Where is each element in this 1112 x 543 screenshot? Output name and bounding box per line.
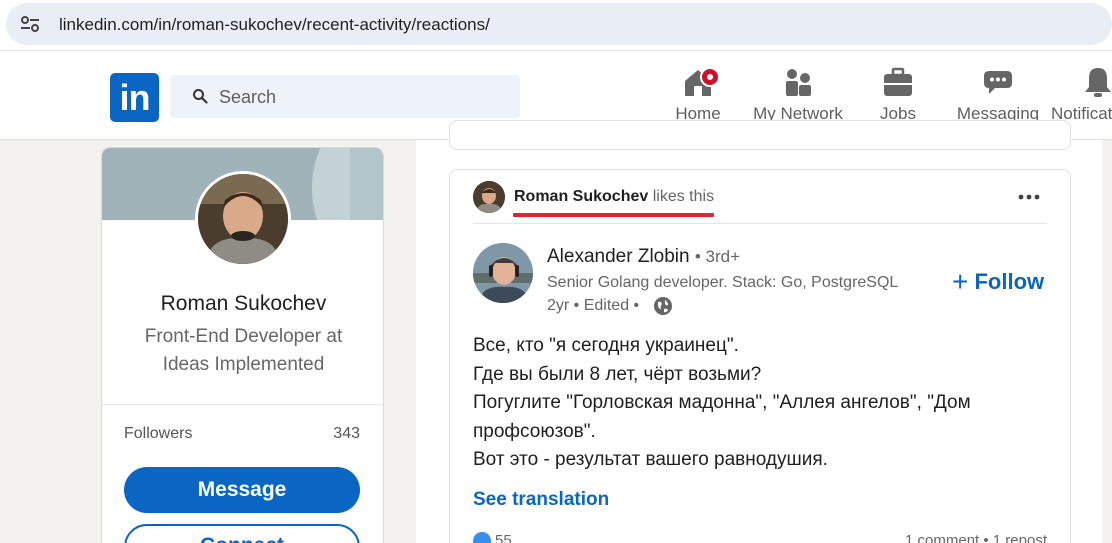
divider — [102, 404, 383, 405]
connect-button[interactable]: Connect — [124, 524, 360, 543]
activity-header: Roman Sukochev likes this — [450, 170, 1070, 225]
activity-feed: Roman Sukochev likes this Alexander Zlob… — [416, 120, 1102, 543]
like-reaction-icon[interactable] — [473, 532, 491, 543]
post-timestamp: 2yr • Edited • — [547, 297, 640, 314]
divider — [473, 223, 1047, 224]
post-line: Погуглите "Горловская мадонна", "Аллея а… — [473, 392, 971, 442]
search-icon — [193, 89, 208, 104]
social-counts-row: 55 1 comment • 1 repost — [473, 529, 1047, 543]
author-avatar[interactable] — [473, 243, 533, 303]
actor-photo — [473, 181, 505, 213]
linkedin-logo[interactable]: in — [110, 73, 159, 122]
post-line: Вот это - результат вашего равнодушия. — [473, 449, 828, 470]
url-text: linkedin.com/in/roman-sukochev/recent-ac… — [59, 15, 490, 34]
post-line: Где вы были 8 лет, чёрт возьми? — [473, 363, 762, 385]
profile-name[interactable]: Roman Sukochev — [102, 292, 383, 316]
post-body: Все, кто "я сегодня украинец". Где вы бы… — [473, 332, 1043, 475]
plus-icon: + — [952, 266, 969, 297]
globe-icon — [654, 297, 672, 315]
post-line: Все, кто "я сегодня украинец". — [473, 335, 739, 356]
followers-label: Followers — [124, 425, 193, 442]
site-settings-icon[interactable] — [20, 15, 40, 33]
browser-address-bar: linkedin.com/in/roman-sukochev/recent-ac… — [0, 0, 1112, 51]
followers-count: 343 — [333, 425, 360, 442]
profile-photo — [198, 174, 288, 264]
activity-actor-name[interactable]: Roman Sukochev — [514, 188, 648, 205]
highlight-underline — [513, 213, 714, 217]
profile-headline: Front-End Developer at Ideas Implemented — [144, 326, 343, 375]
activity-verb: likes this — [652, 188, 715, 205]
more-options-icon[interactable] — [1016, 187, 1042, 207]
author-name-text: Alexander Zlobin — [547, 246, 690, 267]
jobs-icon — [884, 67, 912, 96]
messaging-icon — [984, 71, 1012, 94]
follow-button[interactable]: + Follow — [952, 264, 1045, 297]
post-card: Roman Sukochev likes this Alexander Zlob… — [449, 169, 1071, 543]
profile-avatar[interactable] — [195, 171, 291, 267]
notification-badge — [700, 67, 720, 87]
notifications-icon — [1085, 68, 1111, 97]
url-field[interactable]: linkedin.com/in/roman-sukochev/recent-ac… — [6, 3, 1112, 45]
comments-reposts-count[interactable]: 1 comment • 1 repost — [905, 532, 1047, 543]
search-input[interactable]: Search — [170, 75, 520, 118]
author-photo — [473, 243, 533, 303]
actor-avatar[interactable] — [473, 181, 505, 213]
author-headline: Senior Golang developer. Stack: Go, Post… — [547, 274, 899, 291]
previous-post-card — [449, 120, 1071, 150]
search-placeholder: Search — [219, 87, 277, 107]
author-name[interactable]: Alexander Zlobin • 3rd+ — [547, 246, 740, 268]
my-network-icon — [786, 69, 811, 96]
profile-card: Roman Sukochev Front-End Developer at Id… — [101, 147, 384, 543]
follow-label: Follow — [974, 269, 1045, 294]
message-button[interactable]: Message — [124, 467, 360, 513]
connection-degree: • 3rd+ — [694, 247, 741, 266]
reaction-count[interactable]: 55 — [495, 532, 512, 543]
see-translation-link[interactable]: See translation — [473, 489, 609, 511]
activity-text: Roman Sukochev likes this — [514, 188, 714, 206]
